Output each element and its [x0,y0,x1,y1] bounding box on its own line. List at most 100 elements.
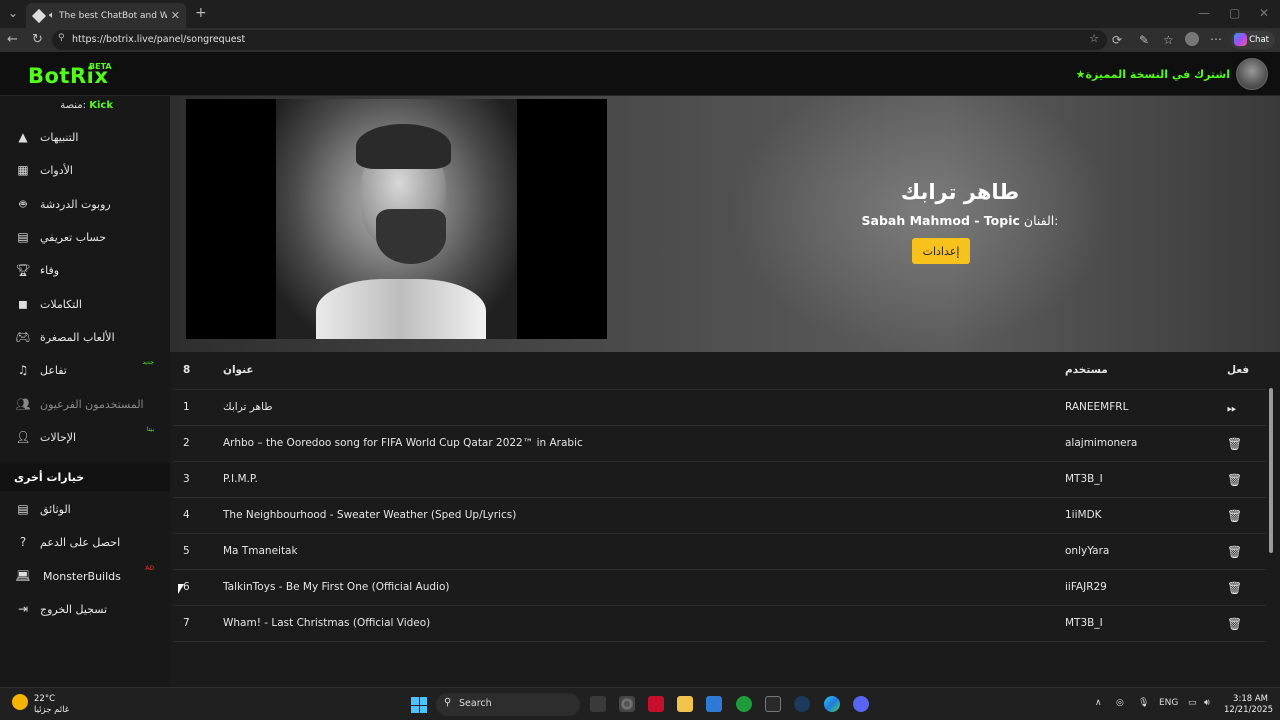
sidebar-item-profile[interactable]: ▤ حساب تعريفي [14,225,164,249]
premium-link[interactable]: ★اشترك في النسخة المميزة [1076,68,1230,81]
extensions-icon[interactable]: ✎ [1139,33,1149,47]
taskbar-search[interactable]: ⚲ Search [436,693,580,716]
url-text: https://botrix.live/panel/songrequest [72,34,246,45]
settings-button[interactable]: إعدادات [912,238,970,264]
thumbnail-shirt [316,279,486,339]
sidebar-item-support[interactable]: ? احصل على الدعم [14,530,164,554]
sidebar-item-logout[interactable]: ⇥ تسجيل الخروج [14,597,164,621]
sidebar-item-widgets[interactable]: ▦ الأدوات [14,158,164,182]
new-tab-icon[interactable]: + [195,5,207,21]
sidebar-item-label: التكاملات [40,297,82,311]
window-close-icon[interactable]: ✕ [1259,6,1269,20]
platform-name: Kick [89,100,113,111]
skip-icon[interactable]: ⏩︎ [1227,401,1237,416]
steam-icon[interactable] [794,696,810,712]
copilot-chat-button[interactable]: Chat [1231,31,1275,49]
artist-name: Sabah Mahmod - Topic [861,213,1020,228]
sidebar-item-docs[interactable]: ▤ الوثائق [14,497,164,521]
sidebar-item-integrations[interactable]: ◼ التكاملات [14,292,164,316]
scrollbar-thumb[interactable] [1269,388,1273,553]
close-tab-icon[interactable]: ✕ [171,9,180,22]
profile-avatar-icon[interactable] [1185,32,1199,46]
speaker-icon[interactable]: 🔈︎ [49,10,55,21]
xbox-icon[interactable] [736,696,752,712]
sidebar-item-referrals[interactable]: 👤︎ الإحالات بيتا [14,425,164,449]
user-column-header: مستخدم [1065,364,1108,376]
trash-icon[interactable]: 🗑︎ [1227,473,1242,487]
docs-icon: ▤ [17,502,29,516]
beta-tag: بيتا [146,426,154,433]
video-player[interactable] [186,99,607,339]
discord-icon[interactable] [853,696,869,712]
store-icon[interactable] [706,696,722,712]
reload-icon[interactable]: ↻ [32,32,43,47]
address-bar[interactable]: ⚲ https://botrix.live/panel/songrequest … [52,30,1107,50]
sidebar-item-loyalty[interactable]: 🏆︎ وفاء [14,258,164,282]
minimize-icon[interactable]: — [1198,6,1210,20]
logout-icon: ⇥ [17,602,29,616]
clock[interactable]: 3:18 AM 12/21/2025 [1224,694,1273,716]
sidebar-item-label: تسجيل الخروج [40,602,108,616]
sidebar-item-alerts[interactable]: ▲ التنبيهات [14,125,164,149]
microphone-icon[interactable]: 🎙︎ [1138,698,1149,708]
back-icon[interactable]: ← [7,32,18,47]
epic-games-icon[interactable] [765,696,781,712]
language-indicator[interactable]: ENG [1159,698,1178,708]
table-row: 1 طاهر ترابك RANEEMFRL ⏩︎ [173,390,1266,426]
favorites-icon[interactable]: ☆ [1163,33,1174,47]
start-button[interactable] [411,697,427,713]
table-row: 2 Arhbo – the Ooredoo song for FIFA Worl… [173,426,1266,462]
refresh-extension-icon[interactable]: ⟳ [1112,33,1122,47]
network-icon[interactable]: ▭ [1188,698,1197,708]
queue-scrollbar[interactable] [1268,388,1274,654]
user-avatar[interactable] [1236,58,1268,90]
chat-label: Chat [1249,35,1269,45]
time: 3:18 AM [1233,694,1268,704]
task-view-icon[interactable] [590,696,606,712]
queue-count: 8 [183,364,191,376]
help-icon: ? [19,535,27,549]
sidebar-item-monsterbuilds[interactable]: 💻︎ MonsterBuilds AD [14,564,164,588]
trophy-icon: 🏆︎ [15,263,31,277]
sidebar-item-interaction[interactable]: ♫ تفاعل جديد [14,358,164,382]
obs-icon[interactable] [619,696,635,712]
maximize-icon[interactable]: ▢ [1229,6,1240,20]
trash-icon[interactable]: 🗑︎ [1227,545,1242,559]
weather-widget[interactable]: 22°C غائم جزئيا [12,694,69,716]
ad-tag: AD [145,565,154,572]
sidebar-item-minigames[interactable]: 🎮︎ الألعاب المصغرة [14,325,164,349]
music-icon: ♫ [17,363,29,377]
screen: ⌄ 🔈︎ The best ChatBot and Widge ✕ + — ▢ … [0,0,1280,720]
tray-overflow-icon[interactable]: ∧ [1095,698,1102,708]
star-icon: ★ [1075,68,1086,81]
requester: RANEEMFRL [1065,401,1129,413]
site-info-icon[interactable]: ⚲ [58,33,65,43]
sidebar-item-chatbot[interactable]: 🤖︎ روبوت الدردشة [14,192,164,216]
thumbnail-beard [376,209,446,264]
trash-icon[interactable]: 🗑︎ [1227,581,1242,595]
trash-icon[interactable]: 🗑︎ [1227,509,1242,523]
page-bottom [170,655,1280,687]
row-number: 5 [183,545,190,557]
sidebar-item-label: تفاعل [40,363,67,377]
browser-tab[interactable]: 🔈︎ The best ChatBot and Widge ✕ [26,3,186,28]
edge-icon[interactable] [824,696,840,712]
trash-icon[interactable]: 🗑︎ [1227,617,1242,631]
trash-icon[interactable]: 🗑︎ [1227,437,1242,451]
more-menu-icon[interactable]: ⋯ [1210,32,1222,46]
song-title: Wham! - Last Christmas (Official Video) [223,617,431,629]
row-number: 1 [183,401,190,413]
volume-icon[interactable]: 🔊︎ [1204,698,1210,708]
amd-icon[interactable] [648,696,664,712]
tray-app-icon[interactable]: ◎ [1116,698,1124,708]
sidebar-item-subusers[interactable]: 👥︎ المستخدمون الفرعيون [14,392,164,416]
weather-icon [12,694,28,710]
tab-title: The best ChatBot and Widge [59,10,167,21]
requester: 1iiMDK [1065,509,1102,521]
sidebar: منصة: Kick ▲ التنبيهات ▦ الأدوات 🤖︎ روبوت ا… [0,96,170,687]
file-explorer-icon[interactable] [677,696,693,712]
favorite-star-icon[interactable]: ☆ [1089,32,1099,45]
tab-list-icon[interactable]: ⌄ [8,6,18,20]
song-title: طاهر ترابك [223,401,273,413]
premium-label: اشترك في النسخة المميزة [1085,68,1230,81]
